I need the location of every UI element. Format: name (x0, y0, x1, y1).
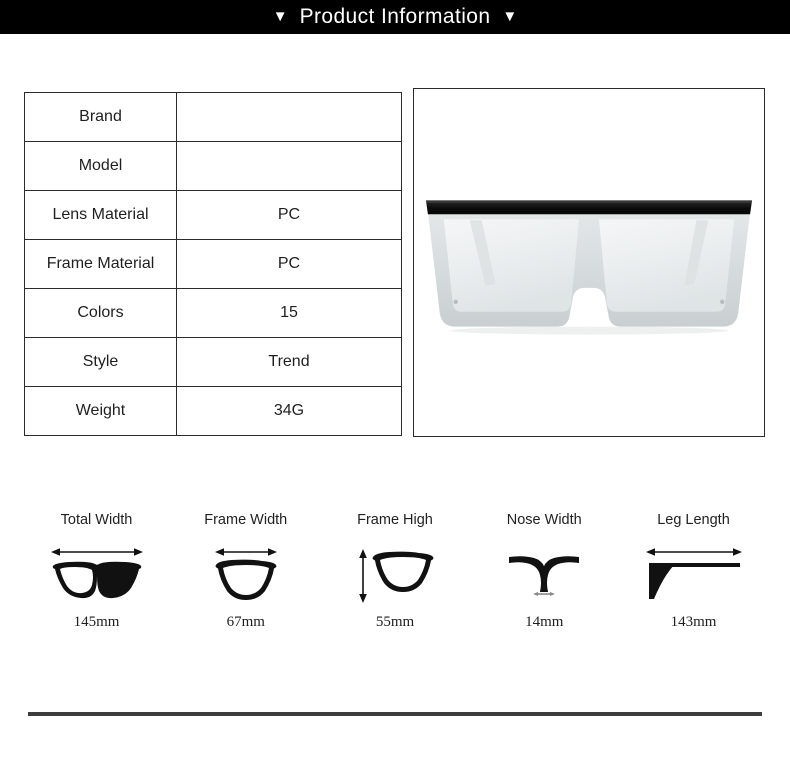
horizontal-arrow-icon (214, 548, 277, 556)
measurement-value: 55mm (375, 614, 415, 630)
spec-label-lens-material: Lens Material (24, 190, 177, 240)
spec-value-model (176, 141, 402, 191)
measurement-label: Total Width (60, 512, 133, 528)
measurement-label: Frame High (357, 512, 433, 528)
spec-value-style: Trend (176, 337, 402, 387)
sunglasses-product-photo (414, 89, 764, 436)
measurement-value: 14mm (525, 614, 564, 630)
horizontal-arrow-icon (645, 548, 742, 556)
lens-outline-icon (214, 548, 277, 600)
temple-hinge-hook (648, 565, 674, 599)
right-hinge-rivet (720, 299, 725, 304)
spec-value-lens-material: PC (176, 190, 402, 240)
brow-bar-highlight (425, 200, 753, 203)
lens-outline-icon (359, 549, 434, 603)
nose-bridge-icon (509, 556, 580, 596)
measurement-figure (210, 540, 282, 610)
left-lens (443, 219, 580, 312)
measurement-value: 145mm (73, 614, 120, 630)
spec-label-weight: Weight (24, 386, 177, 436)
product-information-header: ▼ Product Information ▼ (0, 0, 790, 34)
measurement-strip: Total Width 145mm Frame Width 67mm Frame… (22, 512, 768, 652)
spec-label-style: Style (24, 337, 177, 387)
vertical-arrow-icon (359, 549, 367, 603)
caret-down-right-icon: ▼ (502, 7, 518, 25)
drop-shadow (449, 326, 729, 335)
table-row: Frame Material PC (24, 239, 402, 289)
measurement-figure (355, 540, 435, 610)
lens-shape (372, 551, 434, 592)
nose-bridge-shape (509, 556, 580, 592)
spec-label-model: Model (24, 141, 177, 191)
spec-label-colors: Colors (24, 288, 177, 338)
spec-label-brand: Brand (24, 92, 177, 142)
measurement-total-width: Total Width 145mm (22, 512, 171, 631)
page-title: Product Information (299, 5, 491, 28)
measurement-label: Frame Width (204, 512, 288, 528)
spec-value-weight: 34G (176, 386, 402, 436)
spec-value-brand (176, 92, 402, 142)
measurement-label: Nose Width (506, 512, 582, 528)
specification-table: Brand Model Lens Material PC Frame Mater… (24, 92, 402, 436)
spec-value-frame-material: PC (176, 239, 402, 289)
measurement-figure (49, 540, 145, 610)
table-row: Weight 34G (24, 386, 402, 436)
measurement-nose-width: Nose Width 14mm (470, 512, 619, 631)
measurement-label: Leg Length (657, 512, 730, 528)
spec-label-frame-material: Frame Material (24, 239, 177, 289)
measurement-figure (644, 540, 744, 610)
temple-arm-icon (645, 548, 742, 599)
measurement-frame-high: Frame High 55mm (321, 512, 470, 631)
table-row: Lens Material PC (24, 190, 402, 240)
table-row: Colors 15 (24, 288, 402, 338)
table-row: Brand (24, 92, 402, 142)
measurement-value: 67mm (226, 614, 265, 630)
table-row: Model (24, 141, 402, 191)
lens-shape (215, 559, 277, 600)
left-hinge-rivet (453, 299, 458, 304)
measurement-frame-width: Frame Width 67mm (171, 512, 320, 631)
measurement-value: 143mm (670, 614, 717, 630)
measurement-leg-length: Leg Length 143mm (619, 512, 768, 631)
horizontal-arrow-icon (50, 548, 143, 556)
caret-down-left-icon: ▼ (272, 7, 288, 25)
measurement-figure (503, 540, 585, 610)
spec-value-colors: 15 (176, 288, 402, 338)
right-lens (598, 219, 735, 312)
bottom-divider (28, 712, 762, 716)
horizontal-arrow-icon (533, 592, 556, 596)
glasses-full-icon (50, 548, 143, 599)
table-row: Style Trend (24, 337, 402, 387)
product-image-panel (413, 88, 765, 437)
glasses-silhouette (52, 561, 141, 599)
